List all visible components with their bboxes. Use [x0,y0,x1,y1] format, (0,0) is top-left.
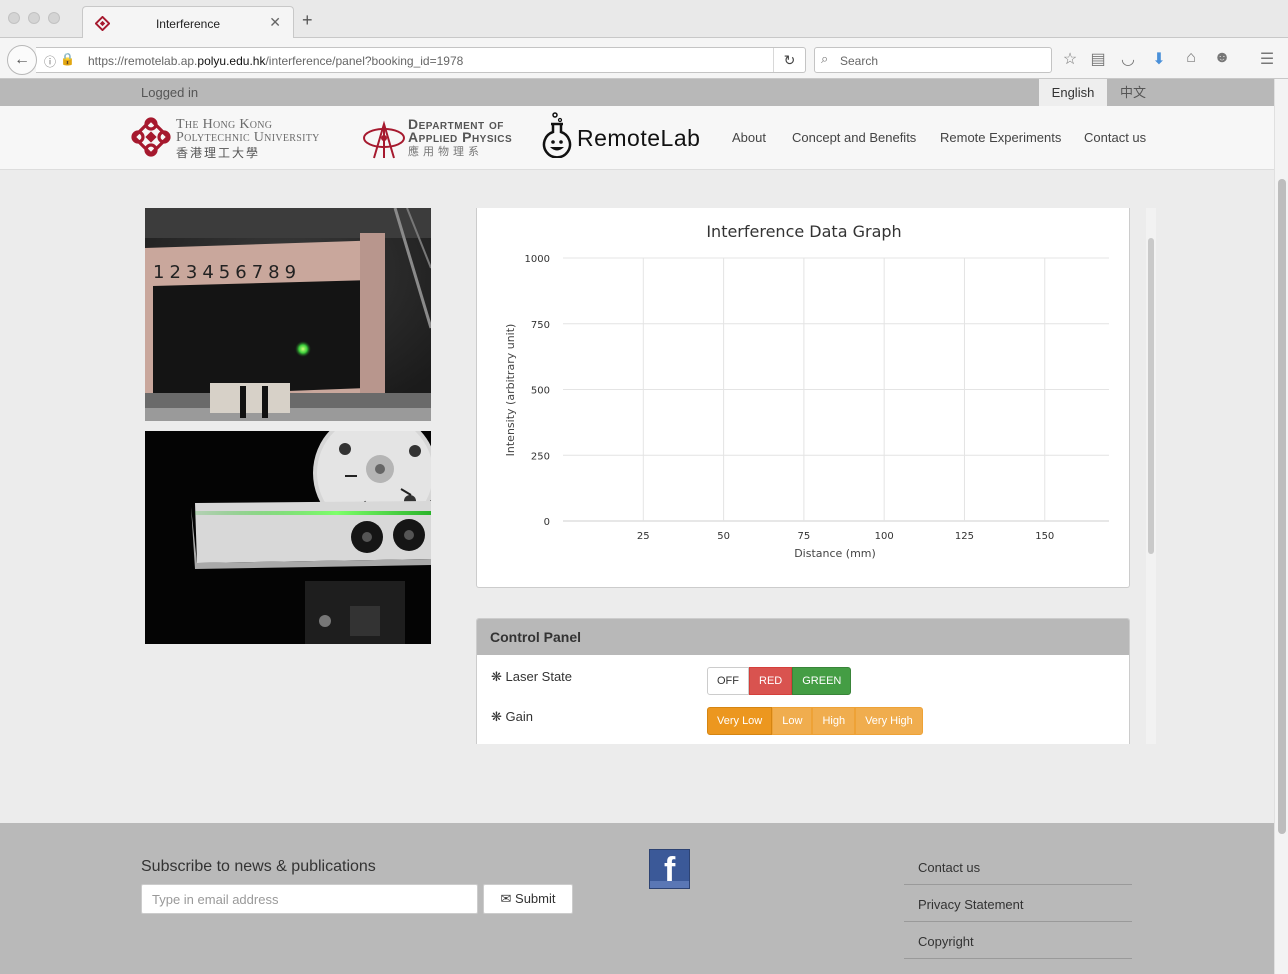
gain-very-high-button[interactable]: Very High [855,707,923,735]
y-axis-label: Intensity (arbitrary unit) [504,324,517,457]
x-tick-label: 100 [875,531,894,542]
tab-close-icon[interactable]: ✕ [269,14,281,31]
site-header: The Hong Kong Polytechnic University 香港理… [0,106,1274,170]
browser-tab[interactable]: Interference ✕ [82,6,294,39]
polyu-name-chinese: 香港理工大學 [176,146,261,160]
interference-graph-panel: Interference Data Graph 0 250 500 750 1000 2… [476,208,1130,588]
control-panel: Control Panel ❋ Laser State OFF RED GREE… [476,618,1130,744]
footer-link-copyright[interactable]: Copyright [904,922,1132,959]
nav-contact-us[interactable]: Contact us [1084,130,1146,145]
dept-name-chinese: 應用物理系 [408,146,483,158]
page-scroll-thumb[interactable] [1278,179,1286,834]
window-zoom-dot[interactable] [48,12,60,24]
back-arrow-icon[interactable]: ← [7,45,37,75]
insecure-lock-icon[interactable]: 🔒 [60,52,75,66]
x-tick-label: 150 [1035,531,1054,542]
browser-tab-bar: Interference ✕ + [0,0,1288,39]
url-bar[interactable]: ⓘ 🔒 https://remotelab.ap.polyu.edu.hk/in… [36,47,806,73]
laser-red-button[interactable]: RED [749,667,793,695]
laser-green-button[interactable]: GREEN [792,667,852,695]
x-tick-label: 75 [798,531,811,542]
page-scrollbar[interactable] [1274,79,1288,974]
top-strip: Logged in English 中文 [0,79,1274,106]
window-close-dot[interactable] [8,12,20,24]
remotelab-brand: RemoteLab [577,125,701,151]
subscribe-title: Subscribe to news & publications [141,858,376,875]
lang-english-button[interactable]: English [1039,79,1107,106]
y-tick-label: 750 [531,320,550,331]
downloads-icon[interactable]: ⬇ [1148,49,1170,69]
window-minimize-dot[interactable] [28,12,40,24]
login-status: Logged in [141,85,199,100]
nav-about[interactable]: About [732,130,766,145]
camera-feed-laser [145,431,431,644]
search-placeholder: Search [840,54,879,68]
gain-very-low-button[interactable]: Very Low [707,707,773,735]
panel-scrollbar[interactable] [1146,208,1156,744]
y-tick-label: 500 [531,386,550,397]
gain-label: ❋ Gain [491,709,533,724]
polyu-emblem-icon [131,117,171,157]
reading-list-icon[interactable]: ▤ [1087,49,1109,69]
interference-chart: 0 250 500 750 1000 25 50 75 100 125 150 Distance … [504,254,1109,560]
panel-scroll-thumb[interactable] [1148,238,1154,554]
flask-icon [542,112,572,158]
laser-state-label: ❋ Laser State [491,669,573,684]
y-tick-label: 1000 [525,254,550,265]
search-box[interactable]: ⌕ Search [814,47,1052,73]
y-tick-label: 0 [544,517,550,528]
camera-feed-screen: 123456789 [145,208,431,421]
y-tick-label: 250 [531,451,550,462]
gain-group: Very Low Low High Very High [707,707,923,735]
footer-link-contact[interactable]: Contact us [904,848,1132,885]
svg-text:123456789: 123456789 [153,262,301,283]
x-tick-label: 125 [955,531,974,542]
facebook-icon[interactable]: f [649,849,690,889]
info-icon[interactable]: ⓘ [44,53,56,70]
search-icon: ⌕ [821,51,829,66]
control-panel-title: Control Panel [490,629,582,645]
browser-nav-bar: ⓘ 🔒 https://remotelab.ap.polyu.edu.hk/in… [0,38,1288,79]
page-viewport: Logged in English 中文 The Hong Kong Polyt… [0,79,1274,974]
gain-low-button[interactable]: Low [772,707,813,735]
remotelab-logo[interactable]: RemoteLab [541,112,721,162]
laser-off-button[interactable]: OFF [707,667,749,695]
home-icon[interactable]: ⌂ [1180,49,1202,67]
pocket-icon[interactable]: ◡ [1117,49,1139,69]
x-tick-label: 50 [717,531,730,542]
x-axis-label: Distance (mm) [794,547,876,560]
new-tab-icon[interactable]: + [302,11,313,29]
nav-concept-benefits[interactable]: Concept and Benefits [792,130,916,145]
footer-link-privacy[interactable]: Privacy Statement [904,885,1132,922]
x-tick-label: 25 [637,531,650,542]
site-footer: Subscribe to news & publications ✉ Submi… [0,823,1274,974]
nav-remote-experiments[interactable]: Remote Experiments [940,130,1061,145]
control-panel-header: Control Panel [477,619,1129,655]
menu-hamburger-icon[interactable]: ☰ [1256,49,1278,69]
url-text: https://remotelab.ap.polyu.edu.hk/interf… [88,54,464,68]
reload-icon[interactable]: ↻ [773,48,805,72]
laser-state-group: OFF RED GREEN [707,667,852,695]
email-input[interactable] [141,884,478,914]
atom-emblem-icon [363,120,405,159]
tab-title: Interference [155,17,221,31]
envelope-icon: ✉ [500,891,512,906]
lang-chinese-button[interactable]: 中文 [1107,79,1159,106]
asterisk-icon: ❋ [491,709,502,724]
dept-logo[interactable]: Department of Applied Physics 應用物理系 [362,116,532,160]
gain-high-button[interactable]: High [812,707,856,735]
feedback-face-icon[interactable]: ☻ [1211,49,1233,67]
bookmark-star-icon[interactable]: ☆ [1059,49,1081,69]
asterisk-icon: ❋ [491,669,502,684]
submit-button[interactable]: ✉ Submit [483,884,573,914]
polyu-logo[interactable]: The Hong Kong Polytechnic University 香港理… [130,116,355,160]
